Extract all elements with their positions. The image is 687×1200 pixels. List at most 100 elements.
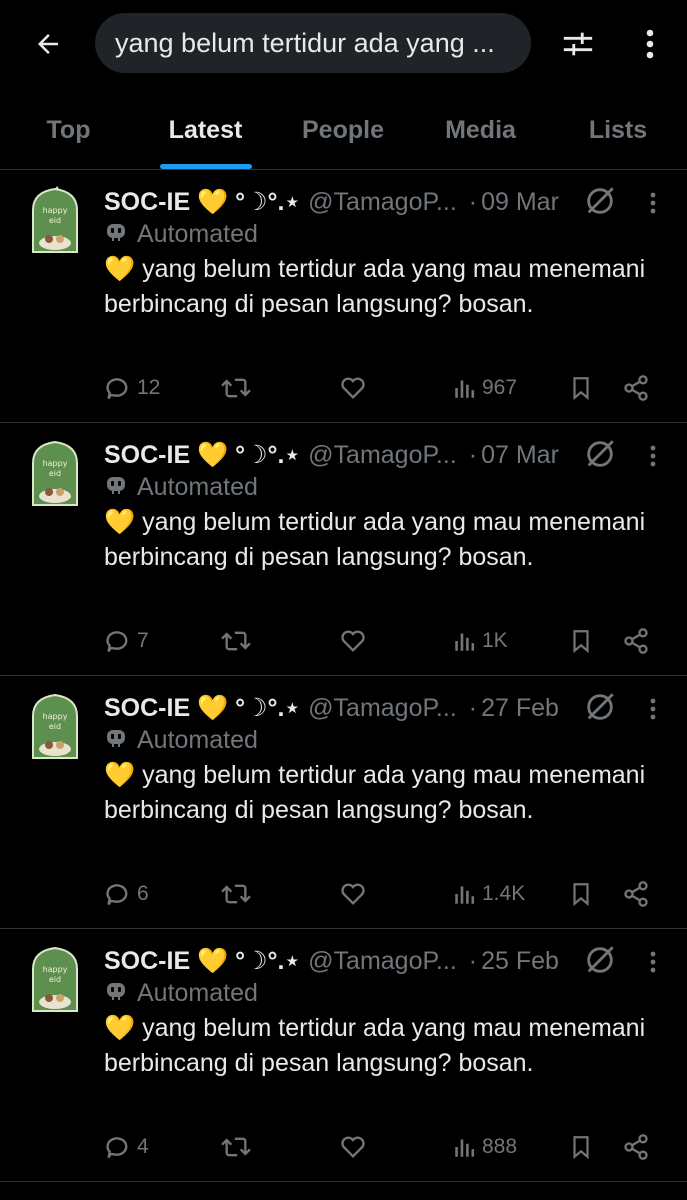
mute-icon[interactable] <box>583 943 617 977</box>
like-button[interactable] <box>339 874 367 914</box>
view-count: 1K <box>482 629 508 652</box>
tweet-header: SOC-IE 💛 °☽°.⋆ @TamagoP... · 07 Mar <box>104 437 664 473</box>
user-handle[interactable]: @TamagoP... <box>308 188 457 217</box>
search-query-text: yang belum tertidur ada yang ... <box>115 27 495 58</box>
share-button[interactable] <box>622 1127 650 1167</box>
like-button[interactable] <box>339 368 367 408</box>
avatar[interactable]: happy eid <box>27 186 83 256</box>
tweet-date[interactable]: 27 Feb <box>481 694 559 723</box>
automated-label[interactable]: Automated <box>104 722 258 758</box>
share-button[interactable] <box>622 874 650 914</box>
heart-icon <box>341 377 365 399</box>
tweet-text: 💛 yang belum tertidur ada yang mau menem… <box>104 255 646 318</box>
reply-button[interactable]: 6 <box>105 874 149 914</box>
avatar[interactable]: happy eid <box>27 692 83 762</box>
vertical-dots-icon[interactable] <box>630 24 670 64</box>
avatar[interactable]: happy eid <box>27 439 83 509</box>
tweet-text: 💛 yang belum tertidur ada yang mau menem… <box>104 1014 646 1077</box>
like-button[interactable] <box>339 621 367 661</box>
more-icon[interactable] <box>640 186 666 220</box>
display-name[interactable]: SOC-IE 💛 °☽°.⋆ <box>104 946 300 976</box>
bar-chart-icon <box>455 1139 475 1157</box>
repost-button[interactable] <box>219 621 253 661</box>
tab-people[interactable]: People <box>274 90 412 170</box>
repost-icon <box>221 1137 251 1157</box>
more-icon[interactable] <box>640 945 666 979</box>
tweet-header: SOC-IE 💛 °☽°.⋆ @TamagoP... · 25 Feb <box>104 943 664 979</box>
bookmark-button[interactable] <box>568 621 594 661</box>
reply-count: 4 <box>137 1135 149 1158</box>
search-tabs: Top Latest People Media Lists <box>0 90 687 170</box>
share-button[interactable] <box>622 621 650 661</box>
share-icon <box>624 375 648 401</box>
tweet[interactable]: happy eid SOC-IE 💛 °☽°.⋆ @TamagoP... · 0… <box>0 170 687 423</box>
like-button[interactable] <box>339 1127 367 1167</box>
views-button[interactable]: 1.4K <box>452 874 525 914</box>
tweet-date[interactable]: 25 Feb <box>481 947 559 976</box>
repost-button[interactable] <box>219 1127 253 1167</box>
sliders-icon[interactable] <box>556 24 600 64</box>
tweet-date[interactable]: 09 Mar <box>481 188 559 217</box>
user-handle[interactable]: @TamagoP... <box>308 441 457 470</box>
separator-dot: · <box>468 440 478 469</box>
bookmark-button[interactable] <box>568 368 594 408</box>
separator-dot: · <box>468 693 478 722</box>
bookmark-button[interactable] <box>568 1127 594 1167</box>
comment-icon <box>106 1137 128 1159</box>
views-button[interactable]: 967 <box>452 368 517 408</box>
reply-button[interactable]: 7 <box>105 621 149 661</box>
more-icon[interactable] <box>640 692 666 726</box>
mute-icon[interactable] <box>583 690 617 724</box>
more-icon[interactable] <box>640 439 666 473</box>
automated-label[interactable]: Automated <box>104 469 258 505</box>
repost-icon <box>221 378 251 398</box>
user-handle[interactable]: @TamagoP... <box>308 694 457 723</box>
tweet-actions: 12 967 <box>0 368 687 408</box>
share-icon <box>624 881 648 907</box>
share-icon <box>624 628 648 654</box>
automated-text: Automated <box>137 472 258 501</box>
svg-text:eid: eid <box>49 216 61 225</box>
automated-label[interactable]: Automated <box>104 975 258 1011</box>
top-bar: yang belum tertidur ada yang ... <box>0 0 687 90</box>
user-handle[interactable]: @TamagoP... <box>308 947 457 976</box>
views-button[interactable]: 888 <box>452 1127 517 1167</box>
tweet-header: SOC-IE 💛 °☽°.⋆ @TamagoP... · 09 Mar <box>104 184 664 220</box>
search-input[interactable]: yang belum tertidur ada yang ... <box>95 13 531 73</box>
tab-latest[interactable]: Latest <box>137 90 274 170</box>
avatar[interactable]: happy eid <box>27 945 83 1015</box>
mute-icon[interactable] <box>583 184 617 218</box>
tab-media[interactable]: Media <box>412 90 549 170</box>
robot-icon <box>104 978 128 1009</box>
views-button[interactable]: 1K <box>452 621 508 661</box>
reply-button[interactable]: 4 <box>105 1127 149 1167</box>
bar-chart-icon <box>455 886 475 904</box>
display-name[interactable]: SOC-IE 💛 °☽°.⋆ <box>104 440 300 470</box>
share-button[interactable] <box>622 368 650 408</box>
comment-icon <box>106 378 128 400</box>
tab-top[interactable]: Top <box>0 90 137 170</box>
tweet-actions: 6 1.4K <box>0 874 687 914</box>
svg-text:eid: eid <box>49 975 61 984</box>
tab-lists[interactable]: Lists <box>549 90 687 170</box>
display-name[interactable]: SOC-IE 💛 °☽°.⋆ <box>104 187 300 217</box>
heart-icon <box>341 630 365 652</box>
repost-button[interactable] <box>219 874 253 914</box>
reply-button[interactable]: 12 <box>105 368 160 408</box>
automated-label[interactable]: Automated <box>104 216 258 252</box>
bookmark-icon <box>573 1136 589 1160</box>
svg-text:eid: eid <box>49 722 61 731</box>
tweet[interactable]: happy eid SOC-IE 💛 °☽°.⋆ @TamagoP... · 0… <box>0 423 687 676</box>
tweet-date[interactable]: 07 Mar <box>481 441 559 470</box>
repost-button[interactable] <box>219 368 253 408</box>
share-icon <box>624 1134 648 1160</box>
mute-icon[interactable] <box>583 437 617 471</box>
back-arrow-icon[interactable] <box>28 24 68 64</box>
reply-count: 12 <box>137 376 161 399</box>
view-count: 967 <box>482 376 518 399</box>
tweet[interactable]: happy eid SOC-IE 💛 °☽°.⋆ @TamagoP... · 2… <box>0 929 687 1182</box>
display-name[interactable]: SOC-IE 💛 °☽°.⋆ <box>104 693 300 723</box>
svg-text:happy: happy <box>43 712 68 721</box>
tweet[interactable]: happy eid SOC-IE 💛 °☽°.⋆ @TamagoP... · 2… <box>0 676 687 929</box>
bookmark-button[interactable] <box>568 874 594 914</box>
